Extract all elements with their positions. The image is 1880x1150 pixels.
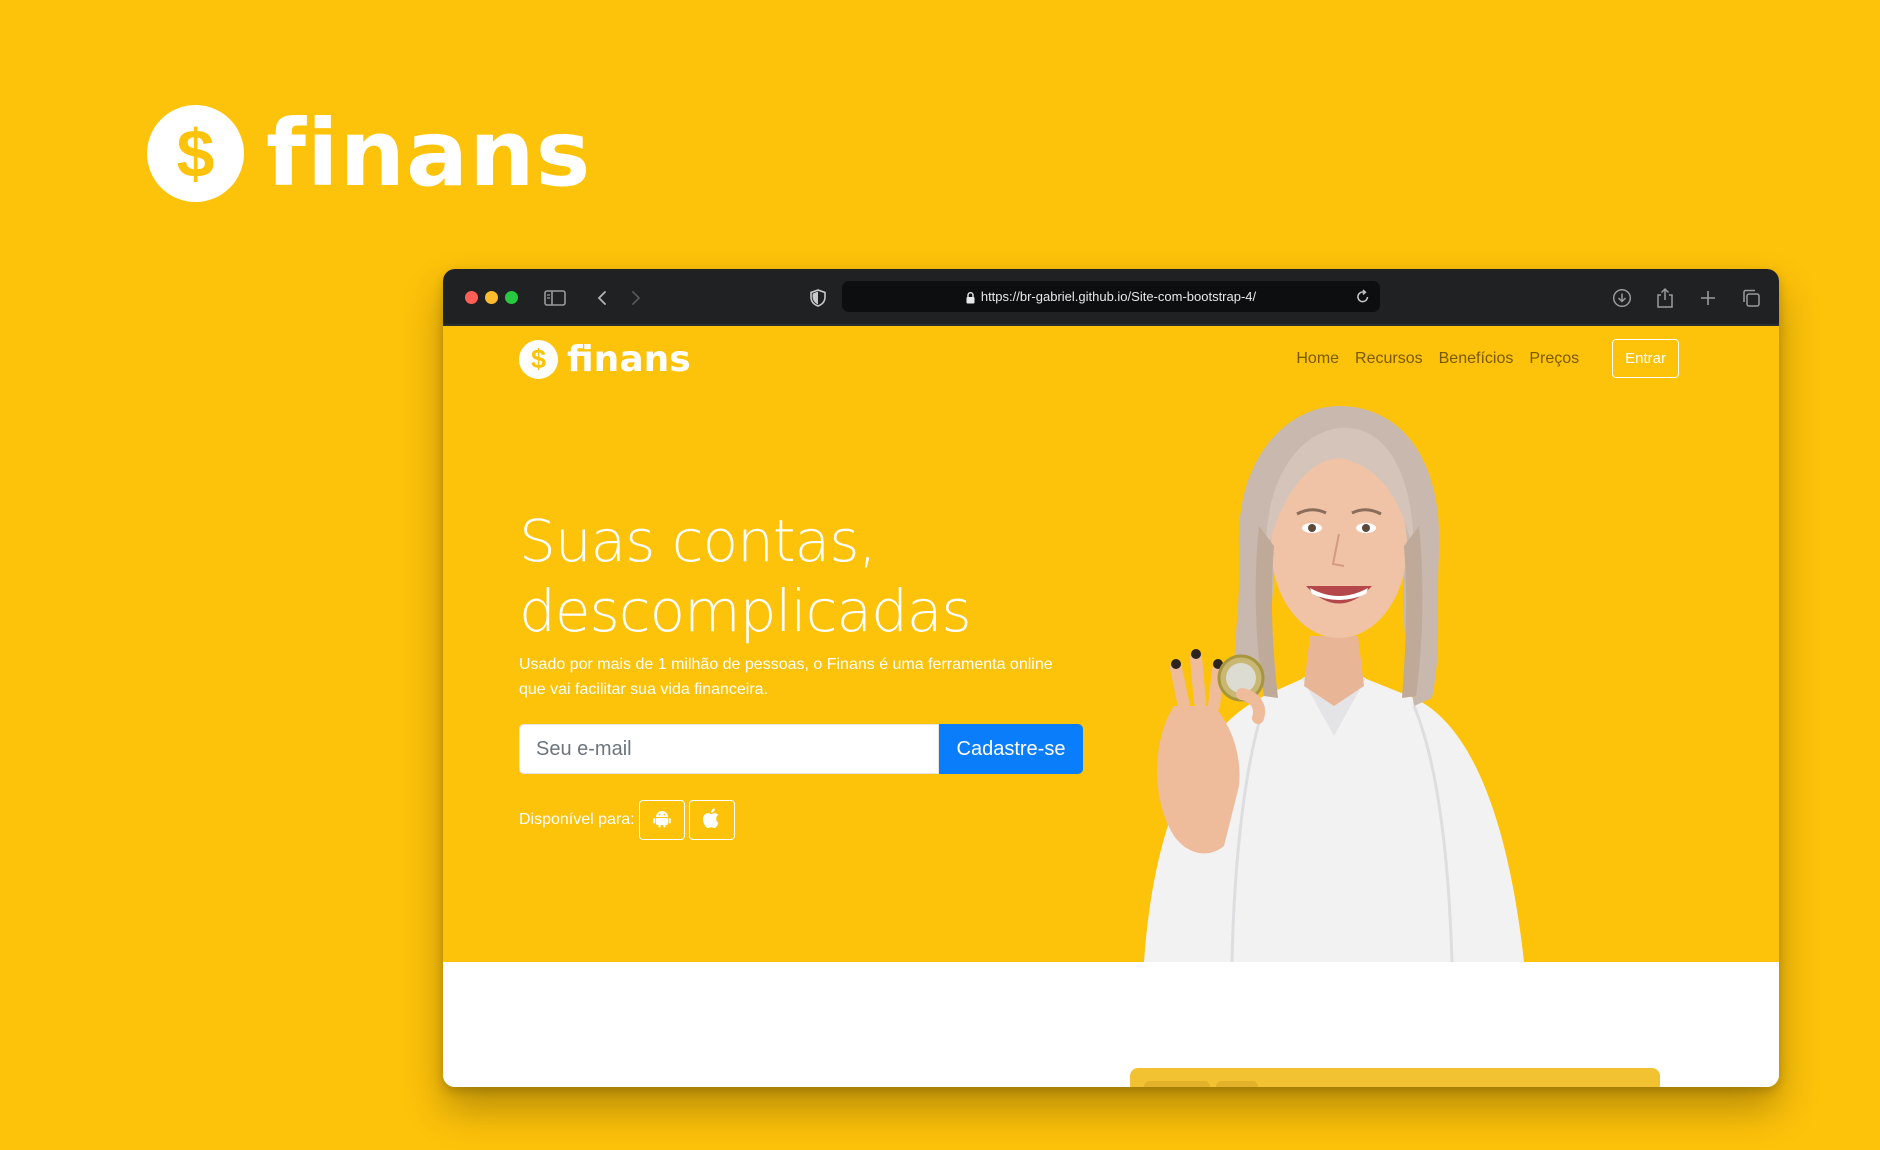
card-placeholder-bar [1144,1081,1210,1087]
nav-link-features[interactable]: Recursos [1355,350,1423,368]
apple-store-button[interactable] [688,800,735,840]
lock-icon [966,291,975,304]
dashboard-card-preview [1130,1068,1660,1087]
nav-link-home[interactable]: Home [1296,350,1339,368]
url-text: https://br-gabriel.github.io/Site-com-bo… [980,289,1257,304]
browser-window: https://br-gabriel.github.io/Site-com-bo… [443,269,1779,1087]
nav-link-pricing[interactable]: Preços [1529,350,1579,368]
hero-title-line-1: Suas contas, [519,507,877,575]
tabs-overview-icon[interactable] [1739,286,1763,310]
address-bar[interactable]: https://br-gabriel.github.io/Site-com-bo… [842,281,1380,312]
sidebar-icon[interactable] [543,286,567,310]
signup-button[interactable]: Cadastre-se [939,724,1083,774]
share-icon[interactable] [1653,286,1677,310]
download-icon[interactable] [1610,286,1634,310]
login-button[interactable]: Entrar [1612,339,1679,378]
brand-logo-large: $ finans [147,105,591,202]
stage: $ finans https://br-gabriel.github.io/Si… [0,0,1880,1150]
platform-availability: Disponível para: [519,800,735,840]
browser-toolbar: https://br-gabriel.github.io/Site-com-bo… [443,269,1779,326]
android-store-button[interactable] [638,800,685,840]
hero-title-line-2: descomplicadas [519,577,972,645]
site-logo[interactable]: $ finans [519,340,691,379]
main-nav: Home Recursos Benefícios Preços Entrar [1296,339,1679,378]
close-window-button[interactable] [465,291,478,304]
hero-subtitle-line-1: Usado por mais de 1 milhão de pessoas, o… [519,656,1053,673]
reload-icon[interactable] [1356,288,1370,309]
brand-name: finans [266,99,592,207]
minimize-window-button[interactable] [485,291,498,304]
dollar-coin-icon: $ [519,340,558,379]
email-input[interactable]: Seu e-mail [519,724,939,774]
hero-subtitle: Usado por mais de 1 milhão de pessoas, o… [519,652,1079,702]
hero-section: $ finans Home Recursos Benefícios Preços… [443,326,1779,962]
new-tab-icon[interactable] [1696,286,1720,310]
dollar-coin-icon: $ [147,105,244,202]
card-placeholder-bar [1216,1081,1258,1087]
zoom-window-button[interactable] [505,291,518,304]
back-icon[interactable] [590,286,614,310]
site-logo-name: finans [567,338,691,380]
apple-icon [702,807,722,834]
android-icon [652,808,672,833]
hero-woman-photo [1144,406,1524,962]
web-page: $ finans Home Recursos Benefícios Preços… [443,326,1779,1087]
available-label: Disponível para: [519,811,635,828]
forward-icon[interactable] [624,286,648,310]
nav-link-benefits[interactable]: Benefícios [1439,350,1514,368]
shield-icon[interactable] [806,286,830,310]
hero-title: Suas contas, descomplicadas [519,506,972,646]
signup-form: Seu e-mail Cadastre-se [519,724,1083,774]
hero-subtitle-line-2: que vai facilitar sua vida financeira. [519,681,769,698]
